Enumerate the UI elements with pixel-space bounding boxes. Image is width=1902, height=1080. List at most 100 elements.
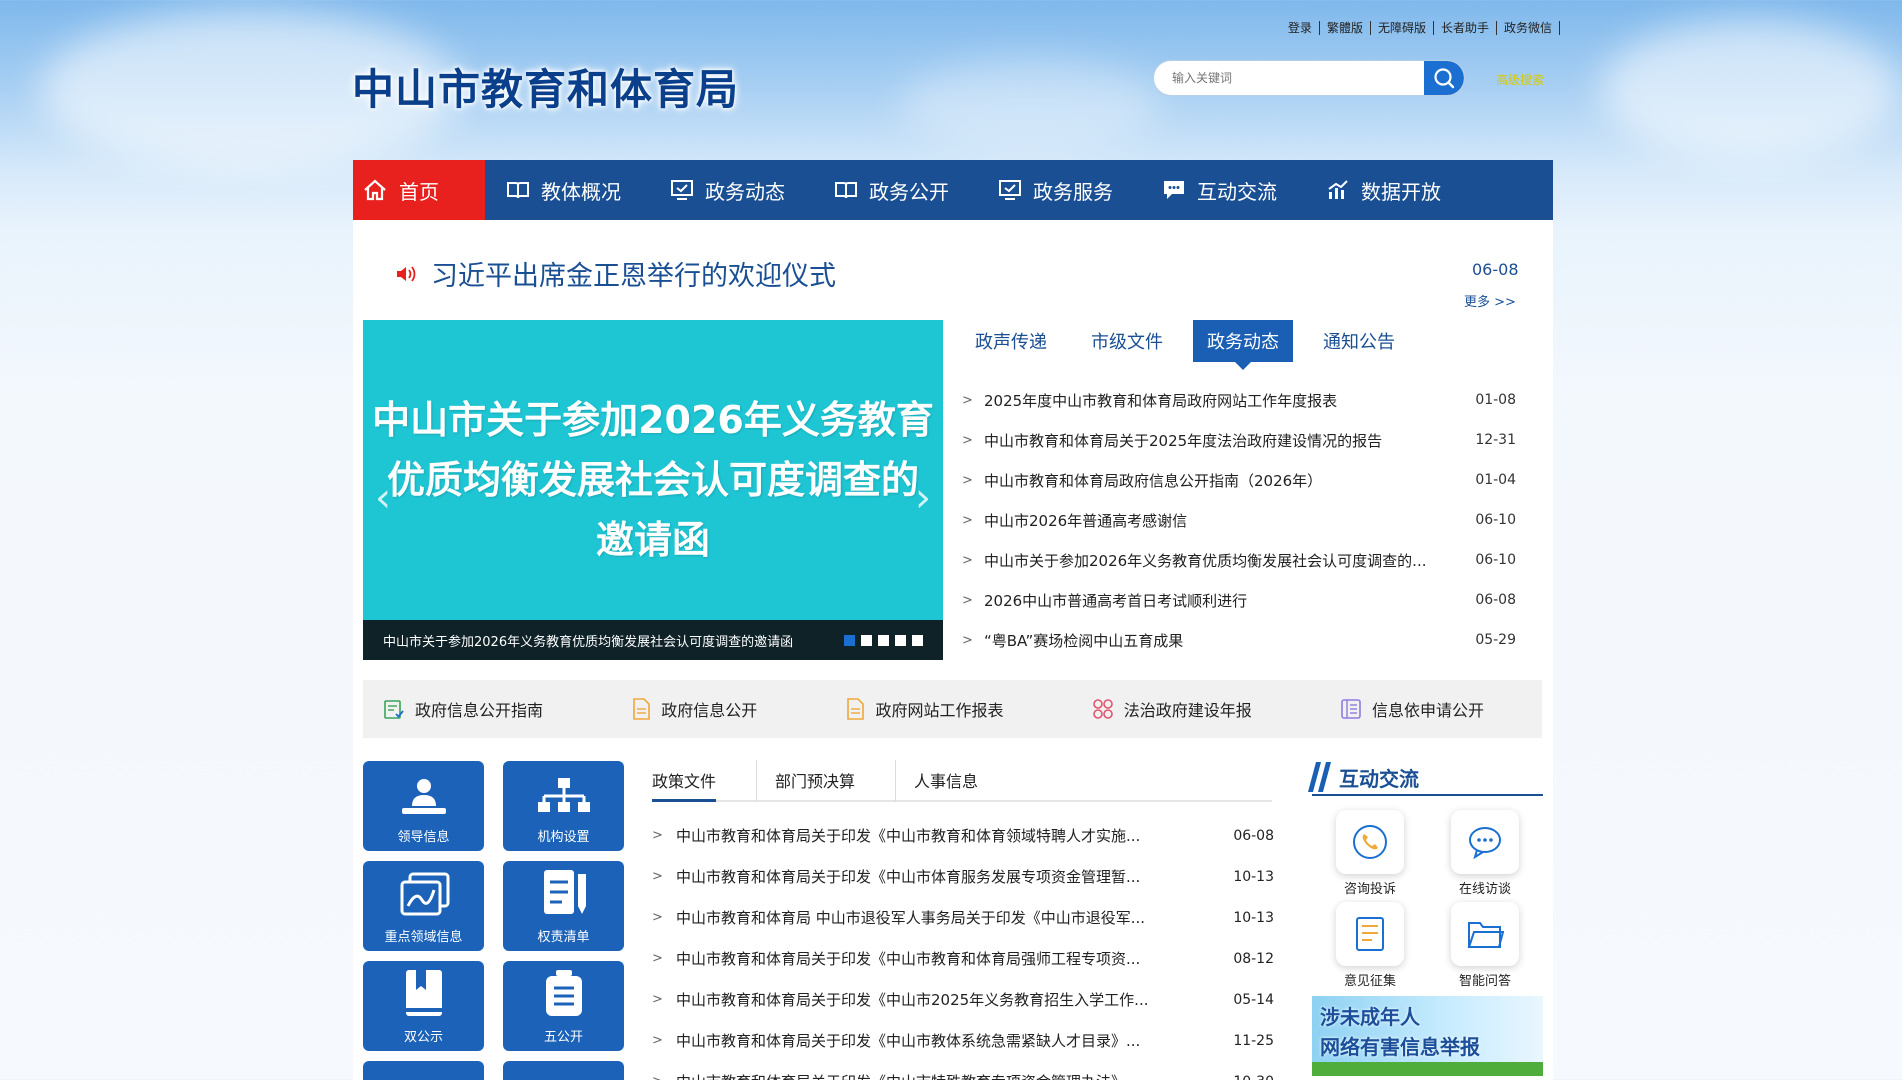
carousel-dot[interactable] (844, 635, 855, 646)
headline-date: 06-08 (1472, 260, 1519, 279)
form-icon (1356, 917, 1384, 951)
minor-harmful-info-banner[interactable]: 涉未成年人 网络有害信息举报 (1312, 996, 1543, 1076)
news-date: 01-08 (1475, 392, 1516, 408)
tile-more[interactable] (363, 1061, 484, 1080)
news-tab[interactable]: 政声传递 (961, 320, 1061, 362)
news-item[interactable]: > “粤BA”赛场检阅中山五育成果 05-29 (962, 620, 1516, 660)
quick-link-disclosure-guide[interactable]: 政府信息公开指南 (383, 697, 543, 721)
news-tab[interactable]: 市级文件 (1077, 320, 1177, 362)
speaker-icon (397, 265, 416, 282)
site-title[interactable]: 中山市教育和体育局 (352, 56, 739, 117)
carousel-next-button[interactable]: › (915, 475, 931, 521)
carousel-prev-button[interactable]: ‹ (375, 475, 391, 521)
online-interview-button[interactable]: 在线访谈 (1451, 810, 1519, 897)
news-item[interactable]: >2026中山市普通高考首日考试顺利进行 06-08 (962, 580, 1516, 620)
tile-more[interactable] (503, 1061, 624, 1080)
carousel-dot[interactable] (878, 635, 889, 646)
nav-item-data[interactable]: 数据开放 (1305, 160, 1469, 220)
tile-double-publicity[interactable]: 双公示 (363, 961, 484, 1051)
quick-link-apply[interactable]: 信息依申请公开 (1340, 697, 1484, 721)
button-frame (1336, 810, 1404, 874)
accessible-link[interactable]: 无障碍版 (1371, 21, 1434, 35)
nav-label: 教体概况 (541, 179, 621, 204)
traditional-link[interactable]: 繁體版 (1320, 21, 1371, 35)
policy-item[interactable]: > 中山市教育和体育局 中山市退役军人事务局关于印发《中山市退役军... 10-13 (652, 897, 1274, 938)
nav-label: 政务公开 (869, 179, 949, 204)
wechat-link[interactable]: 政务微信 (1497, 21, 1560, 35)
monitor-check-icon (999, 180, 1021, 200)
news-tab[interactable]: 政务动态 (1193, 320, 1293, 370)
grid-icon (1092, 699, 1113, 719)
policy-date: 06-08 (1233, 827, 1274, 844)
carousel-dots (844, 635, 923, 646)
policy-item[interactable]: > 中山市教育和体育局关于印发《中山市体育服务发展专项资金管理暂... 10-13 (652, 856, 1274, 897)
carousel[interactable]: 中山市关于参加2026年义务教育 优质均衡发展社会认可度调查的 邀请函 ‹ › … (363, 320, 943, 660)
tab-budget[interactable]: 部门预决算 (756, 760, 855, 802)
policy-title: 中山市教育和体育局关于印发《中山市2025年义务教育招生入学工作... (676, 991, 1149, 1009)
headline[interactable]: 习近平出席金正恩举行的欢迎仪式 (395, 254, 836, 293)
tile-label: 双公示 (403, 1030, 443, 1045)
tile-label: 重点领域信息 (384, 930, 463, 945)
search-input[interactable] (1154, 61, 1424, 95)
nav-label: 互动交流 (1197, 179, 1277, 204)
more-link[interactable]: 更多 >> (1464, 291, 1516, 310)
news-date: 06-08 (1475, 592, 1516, 608)
search-button[interactable] (1424, 61, 1464, 95)
tile-responsibility-list[interactable]: 权责清单 (503, 861, 624, 951)
news-tab[interactable]: 通知公告 (1309, 320, 1409, 362)
news-item[interactable]: > 中山市关于参加2026年义务教育优质均衡发展社会认可度调查的... 06-10 (962, 540, 1516, 580)
news-date: 06-10 (1475, 512, 1516, 528)
nav-item-disclosure[interactable]: 政务公开 (813, 160, 977, 220)
quick-link-website-report[interactable]: 政府网站工作报表 (845, 697, 1003, 721)
carousel-dot[interactable] (912, 635, 923, 646)
headline-text: 习近平出席金正恩举行的欢迎仪式 (431, 261, 836, 292)
bookmark-book-icon (405, 970, 442, 1016)
news-item[interactable]: > 中山市教育和体育局政府信息公开指南（2026年） 01-04 (962, 460, 1516, 500)
main-nav: 首页 教体概况 政务动态 政务公开 政务服务 互动交流 数据开放 (353, 160, 1553, 220)
consult-complaint-button[interactable]: 咨询投诉 (1336, 810, 1404, 897)
chevron-right-icon: > (962, 592, 973, 608)
nav-item-home[interactable]: 首页 (353, 160, 485, 220)
policy-item[interactable]: > 中山市教育和体育局关于印发《中山市教育和体育领域特聘人才实施... 06-08 (652, 815, 1274, 856)
document-check-icon (384, 700, 404, 719)
news-item[interactable]: > 中山市2026年普通高考感谢信 06-10 (962, 500, 1516, 540)
news-item[interactable]: >2025年度中山市教育和体育局政府网站工作年度报表 01-08 (962, 380, 1516, 420)
tile-key-areas[interactable]: 重点领域信息 (363, 861, 484, 951)
chevron-right-icon: > (962, 632, 973, 648)
nav-item-services[interactable]: 政务服务 (977, 160, 1141, 220)
carousel-dot[interactable] (861, 635, 872, 646)
nav-label: 政务服务 (1033, 179, 1113, 204)
banner-line: 涉未成年人 (1320, 1005, 1420, 1029)
policy-item[interactable]: >中山市教育和体育局关于印发《中山市特殊教育专项资金管理办法》...10-30 (652, 1061, 1274, 1080)
nav-item-news[interactable]: 政务动态 (649, 160, 813, 220)
tile-organization[interactable]: 机构设置 (503, 761, 624, 851)
tab-policy-documents[interactable]: 政策文件 (652, 760, 717, 802)
policy-item[interactable]: > 中山市教育和体育局关于印发《中山市教育和体育局强师工程专项资... 08-12 (652, 938, 1274, 979)
policy-item[interactable]: > 中山市教育和体育局关于印发《中山市2025年义务教育招生入学工作... 05-1… (652, 979, 1274, 1020)
interaction-title: 互动交流 (1339, 766, 1419, 791)
opinion-collection-button[interactable]: 意见征集 (1336, 902, 1404, 989)
chevron-right-icon: > (962, 432, 973, 448)
button-label: 意见征集 (1343, 974, 1396, 989)
policy-item[interactable]: > 中山市教育和体育局关于印发《中山市教体系统急需紧缺人才目录》... 11-25 (652, 1020, 1274, 1061)
tile-five-disclosures[interactable]: 五公开 (503, 961, 624, 1051)
quick-link-disclosure[interactable]: 政府信息公开 (631, 697, 757, 721)
news-item[interactable]: > 中山市教育和体育局关于2025年度法治政府建设情况的报告 12-31 (962, 420, 1516, 460)
cloud-decoration (1600, 20, 1900, 160)
tile-label: 机构设置 (537, 830, 590, 845)
smart-qa-button[interactable]: 智能问答 (1451, 902, 1519, 989)
trend-chart-icon (400, 872, 449, 916)
advanced-search-link[interactable]: 高级搜索 (1496, 71, 1544, 88)
elder-helper-link[interactable]: 长者助手 (1434, 21, 1497, 35)
chevron-right-icon: > (652, 1033, 663, 1048)
login-link[interactable]: 登录 (1281, 21, 1320, 35)
clipboard-icon (545, 970, 582, 1016)
carousel-dot[interactable] (895, 635, 906, 646)
news-date: 06-10 (1475, 552, 1516, 568)
nav-item-interaction[interactable]: 互动交流 (1141, 160, 1305, 220)
nav-item-overview[interactable]: 教体概况 (485, 160, 649, 220)
policy-title: 中山市教育和体育局关于印发《中山市教育和体育局强师工程专项资... (676, 950, 1141, 968)
quick-link-rule-of-law[interactable]: 法治政府建设年报 (1092, 697, 1252, 721)
tab-personnel[interactable]: 人事信息 (895, 760, 978, 802)
tile-leaders[interactable]: 领导信息 (363, 761, 484, 851)
